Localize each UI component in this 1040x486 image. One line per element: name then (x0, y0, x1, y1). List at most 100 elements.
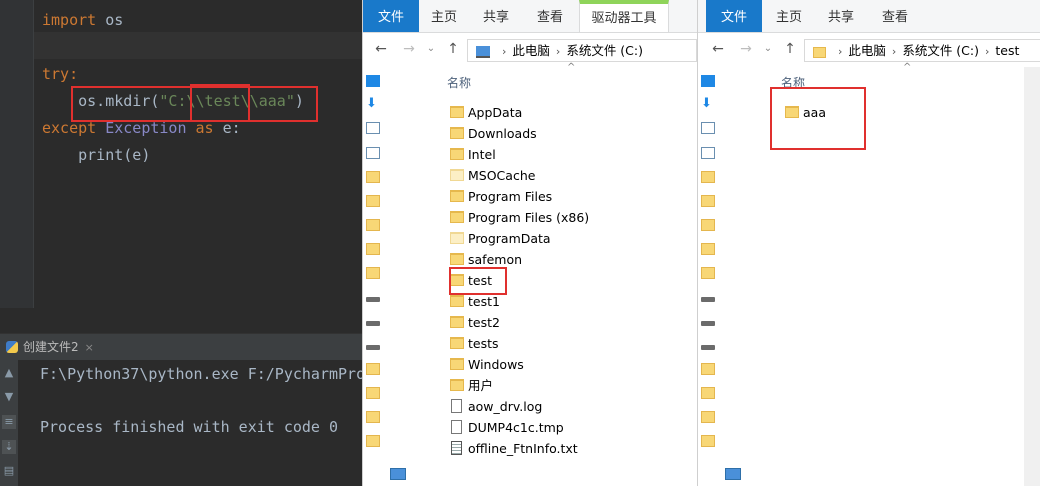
breadcrumb-this-pc[interactable]: 此电脑 (512, 43, 550, 58)
folder-item[interactable]: Program Files (450, 186, 670, 207)
arrow-up-icon[interactable]: ▲ (2, 366, 16, 380)
tab-file[interactable]: 文件 (706, 0, 762, 32)
folder-icon[interactable] (366, 267, 380, 279)
forward-arrow-icon[interactable]: → (401, 41, 417, 57)
tab-view[interactable]: 查看 (525, 0, 575, 32)
folder-item[interactable]: test2 (450, 312, 670, 333)
code-line-print[interactable]: print(e) (42, 142, 150, 169)
folder-item[interactable]: Program Files (x86) (450, 207, 670, 228)
forward-arrow-icon[interactable]: → (738, 41, 754, 57)
drive-icon[interactable] (701, 345, 715, 350)
drive-icon[interactable] (366, 297, 380, 302)
tab-view[interactable]: 查看 (870, 0, 920, 32)
breadcrumb-test[interactable]: test (995, 43, 1019, 58)
print-icon[interactable]: ▤ (2, 464, 16, 478)
folder-item[interactable]: Intel (450, 144, 670, 165)
folder-item[interactable]: Windows (450, 354, 670, 375)
pictures-icon[interactable] (701, 147, 715, 159)
folder-icon[interactable] (701, 243, 715, 255)
details-view-icon[interactable] (725, 468, 741, 480)
folder-item[interactable]: ProgramData (450, 228, 670, 249)
documents-icon[interactable] (366, 122, 380, 134)
arrow-down-icon[interactable]: ▼ (2, 390, 16, 404)
folder-icon[interactable] (366, 243, 380, 255)
address-bar[interactable]: › 此电脑 › 系统文件 (C:) (467, 39, 697, 62)
folder-icon[interactable] (701, 387, 715, 399)
folder-icon[interactable] (366, 363, 380, 375)
item-name: offline_FtnInfo.txt (468, 441, 578, 456)
tab-home[interactable]: 主页 (764, 0, 814, 32)
up-arrow-icon[interactable]: ↑ (445, 41, 461, 57)
file-icon (451, 420, 462, 434)
drive-icon[interactable] (701, 321, 715, 326)
item-name: ProgramData (468, 231, 551, 246)
code-line-try[interactable]: try: (42, 61, 78, 88)
chevron-right-icon: › (891, 45, 897, 58)
breadcrumb-this-pc[interactable]: 此电脑 (848, 43, 886, 58)
file-item[interactable]: aow_drv.log (450, 396, 670, 417)
tab-home[interactable]: 主页 (419, 0, 469, 32)
folder-item[interactable]: MSOCache (450, 165, 670, 186)
folder-icon[interactable] (701, 219, 715, 231)
documents-icon[interactable] (701, 122, 715, 134)
pictures-icon[interactable] (366, 147, 380, 159)
drive-icon[interactable] (366, 321, 380, 326)
ribbon-tabs: 文件 主页 共享 查看 (698, 0, 1040, 33)
file-item[interactable]: offline_FtnInfo.txt (450, 438, 670, 459)
code-line-import[interactable]: import os (42, 7, 123, 34)
folder-icon (450, 211, 464, 223)
recent-chevron-icon[interactable]: ⌄ (423, 41, 439, 57)
folder-icon (813, 47, 826, 58)
back-arrow-icon[interactable]: ← (710, 41, 726, 57)
tab-drive-tools[interactable]: 驱动器工具 (579, 0, 669, 32)
item-name: Windows (468, 357, 524, 372)
folder-icon[interactable] (366, 195, 380, 207)
item-name: Downloads (468, 126, 537, 141)
back-arrow-icon[interactable]: ← (373, 41, 389, 57)
folder-item[interactable]: AppData (450, 102, 670, 123)
download-icon[interactable]: ⬇ (701, 97, 715, 110)
folder-icon[interactable] (701, 267, 715, 279)
drive-icon[interactable] (701, 297, 715, 302)
explorer-window-test: 文件 主页 共享 查看 ← → ⌄ ↑ › 此电脑 › 系统文件 (C:) › test … (697, 0, 1040, 486)
tab-share[interactable]: 共享 (471, 0, 521, 32)
folder-icon[interactable] (366, 411, 380, 423)
folder-icon[interactable] (366, 219, 380, 231)
folder-icon[interactable] (701, 363, 715, 375)
folder-item[interactable]: Downloads (450, 123, 670, 144)
soft-wrap-icon[interactable]: ≡ (2, 415, 16, 429)
run-tab[interactable]: 创建文件2 × (6, 338, 94, 356)
scroll-to-end-icon[interactable]: ⇣ (2, 440, 16, 454)
folder-icon[interactable] (366, 435, 380, 447)
sort-caret-icon: ^ (903, 62, 912, 73)
file-item[interactable]: DUMP4c1c.tmp (450, 417, 670, 438)
folder-icon[interactable] (701, 435, 715, 447)
desktop-icon[interactable] (366, 75, 380, 87)
breadcrumb-c-drive[interactable]: 系统文件 (C:) (566, 43, 643, 58)
folder-icon[interactable] (701, 171, 715, 183)
chevron-right-icon: › (555, 45, 561, 58)
vertical-scrollbar[interactable] (1024, 67, 1040, 486)
folder-icon (450, 148, 464, 160)
tab-file[interactable]: 文件 (363, 0, 419, 32)
folder-icon[interactable] (701, 411, 715, 423)
drive-icon[interactable] (366, 345, 380, 350)
folder-icon[interactable] (701, 195, 715, 207)
close-icon[interactable]: × (85, 341, 94, 354)
text-file-icon (451, 441, 462, 455)
folder-icon[interactable] (366, 171, 380, 183)
folder-item[interactable]: tests (450, 333, 670, 354)
details-view-icon[interactable] (390, 468, 406, 480)
breadcrumb-c-drive[interactable]: 系统文件 (C:) (902, 43, 979, 58)
up-arrow-icon[interactable]: ↑ (782, 41, 798, 57)
column-header-name[interactable]: 名称 (447, 73, 471, 93)
folder-icon[interactable] (366, 387, 380, 399)
desktop-icon[interactable] (701, 75, 715, 87)
annotation-box-test-folder (449, 267, 507, 295)
address-bar[interactable]: › 此电脑 › 系统文件 (C:) › test (804, 39, 1040, 62)
computer-icon (476, 46, 490, 58)
folder-item[interactable]: 用户 (450, 375, 670, 396)
recent-chevron-icon[interactable]: ⌄ (760, 41, 776, 57)
download-icon[interactable]: ⬇ (366, 97, 380, 110)
tab-share[interactable]: 共享 (816, 0, 866, 32)
